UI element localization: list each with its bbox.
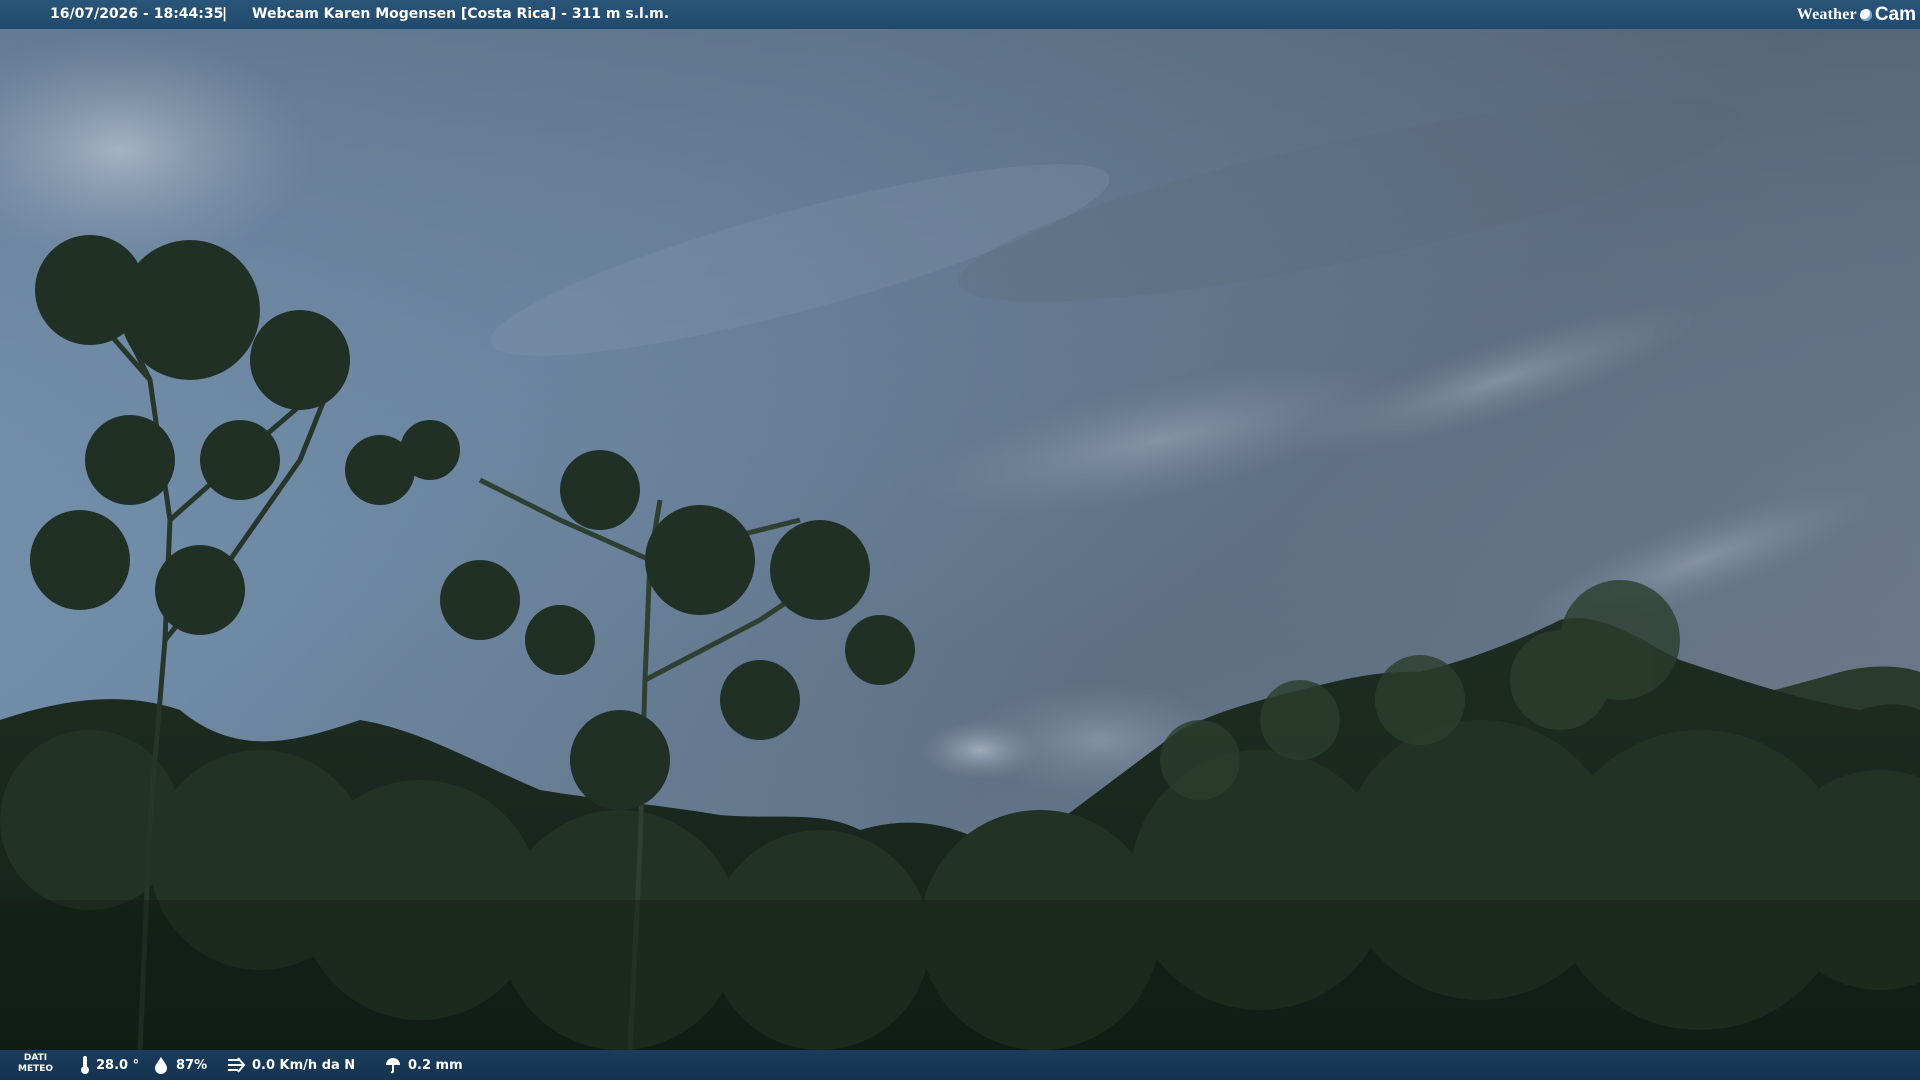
separator: | bbox=[222, 6, 228, 22]
humidity-icon bbox=[152, 1056, 170, 1074]
wind-readout: 0.0 Km/h da N bbox=[226, 1050, 355, 1080]
webcam-scene bbox=[0, 0, 1920, 1080]
rain-icon bbox=[384, 1056, 402, 1074]
dati-meteo-label: DATI METEO bbox=[18, 1053, 54, 1074]
timestamp: 16/07/2026 - 18:44:35 bbox=[50, 6, 224, 22]
thermometer-icon bbox=[80, 1055, 90, 1075]
logo-text-cam: Cam bbox=[1874, 4, 1916, 25]
humidity-value: 87% bbox=[176, 1057, 208, 1073]
wind-value: 0.0 Km/h da N bbox=[252, 1057, 356, 1073]
logo-text-weather: Weather bbox=[1796, 6, 1857, 23]
top-bar: 16/07/2026 - 18:44:35 | Webcam Karen Mog… bbox=[0, 0, 1920, 29]
humidity-readout: 87% bbox=[152, 1050, 207, 1080]
rain-value: 0.2 mm bbox=[408, 1057, 463, 1073]
webcam-title: Webcam Karen Mogensen [Costa Rica] - 311… bbox=[252, 6, 670, 22]
wind-icon bbox=[226, 1056, 246, 1074]
rain-readout: 0.2 mm bbox=[384, 1050, 463, 1080]
weathercam-logo[interactable]: Weather Cam bbox=[1797, 2, 1916, 27]
globe-icon bbox=[1859, 8, 1872, 21]
temperature-readout: 28.0 ° bbox=[80, 1050, 139, 1080]
weather-bar: DATI METEO 28.0 ° 87% 0.0 Km/h da N 0.2 … bbox=[0, 1050, 1920, 1080]
temperature-value: 28.0 ° bbox=[96, 1057, 140, 1073]
